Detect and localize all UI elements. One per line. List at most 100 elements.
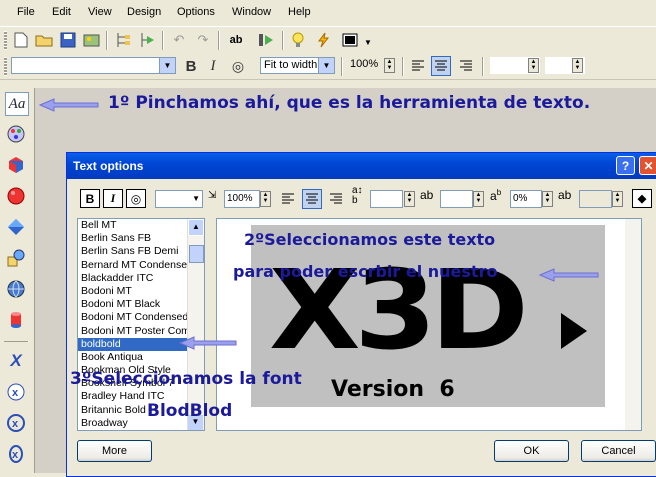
- tool-palette: Aa X x x x: [0, 88, 35, 473]
- chevron-down-icon[interactable]: ▼: [192, 191, 200, 207]
- cancel-button[interactable]: Cancel: [581, 440, 656, 462]
- close-icon[interactable]: ✕: [639, 156, 656, 175]
- fit-select-value: Fit to width: [264, 59, 318, 71]
- scene-tree-icon[interactable]: [113, 30, 133, 50]
- text-tool-icon[interactable]: Aa: [5, 92, 29, 116]
- cylinder-icon[interactable]: [5, 309, 27, 331]
- play-triangle-icon: [561, 313, 587, 349]
- font-list-item[interactable]: Bernard MT Condense: [78, 259, 189, 272]
- menu-options[interactable]: Options: [177, 6, 215, 18]
- italic-button[interactable]: I: [203, 56, 223, 76]
- palette-icon[interactable]: [5, 123, 27, 145]
- more-button[interactable]: More: [77, 440, 152, 462]
- dialog-size-combo[interactable]: ▼: [155, 190, 203, 208]
- x-ring-tool-icon[interactable]: x: [5, 412, 27, 434]
- export-image-icon[interactable]: [82, 30, 102, 50]
- font-list-item[interactable]: Bodoni MT: [78, 285, 189, 298]
- dialog-outline-button[interactable]: ◎: [126, 189, 146, 208]
- cube-icon[interactable]: [5, 154, 27, 176]
- text-preview[interactable]: X3D Version 6: [216, 218, 642, 431]
- window-dropdown-icon[interactable]: ▼: [358, 32, 378, 52]
- step2-annotation-line1: 2ºSeleccionamos este texto: [244, 230, 496, 249]
- play-tree-icon[interactable]: [137, 30, 157, 50]
- dialog-line-spacing-spin[interactable]: ▲ ▼: [404, 191, 415, 207]
- step3-annotation-line2: BlodBlod: [147, 401, 233, 421]
- dialog-percent-spin[interactable]: ▲ ▼: [542, 191, 553, 207]
- chevron-down-icon[interactable]: ▼: [159, 58, 175, 73]
- font-list-item[interactable]: Berlin Sans FB: [78, 232, 189, 245]
- zoom-field[interactable]: 100%: [347, 57, 382, 74]
- x-ellipse-tool-icon[interactable]: x: [5, 443, 27, 465]
- dialog-scale-field[interactable]: 100%: [224, 190, 260, 208]
- dialog-percent-value: 0%: [513, 193, 528, 204]
- dialog-char-spacing-spin[interactable]: ▲ ▼: [473, 191, 484, 207]
- font-list-item[interactable]: boldbold: [78, 337, 189, 351]
- dialog-scale-value: 100%: [227, 193, 253, 204]
- dialog-align-left-icon[interactable]: [278, 189, 298, 209]
- dialog-kerning-spin[interactable]: ▲ ▼: [612, 191, 623, 207]
- menu-edit[interactable]: Edit: [52, 6, 71, 18]
- new-file-icon[interactable]: [11, 30, 31, 50]
- line-spacing-spin[interactable]: ▲ ▼: [528, 58, 539, 73]
- dialog-char-spacing-field[interactable]: [440, 190, 473, 208]
- play-frames-icon[interactable]: [256, 30, 276, 50]
- cone-icon[interactable]: [5, 216, 27, 238]
- step3-arrow: [178, 336, 238, 353]
- save-icon[interactable]: [58, 30, 78, 50]
- dialog-align-center-icon[interactable]: [302, 189, 322, 209]
- step2-annotation-line2: para poder escrbir el nuestro: [233, 262, 498, 281]
- dialog-line-spacing-field[interactable]: [370, 190, 403, 208]
- align-center-icon[interactable]: [431, 56, 451, 76]
- ok-button[interactable]: OK: [494, 440, 569, 462]
- font-family-combo[interactable]: ▼: [11, 57, 176, 74]
- shapes-icon[interactable]: [5, 247, 27, 269]
- diamond-button[interactable]: ◆: [632, 189, 652, 208]
- bold-button[interactable]: B: [181, 56, 201, 76]
- zoom-spin[interactable]: ▲ ▼: [384, 58, 395, 73]
- fit-select[interactable]: Fit to width ▼: [260, 57, 335, 74]
- dialog-scale-spin[interactable]: ▲ ▼: [260, 191, 271, 207]
- toolbar-grip[interactable]: [4, 31, 7, 50]
- redo-icon[interactable]: ↷: [193, 30, 213, 50]
- font-list-item[interactable]: Book Antiqua: [78, 351, 189, 364]
- window-icon[interactable]: [340, 30, 360, 50]
- dialog-italic-button[interactable]: I: [103, 189, 123, 208]
- x-circle-tool-icon[interactable]: x: [5, 381, 27, 403]
- chevron-down-icon[interactable]: ▼: [318, 58, 334, 73]
- dialog-percent-field[interactable]: 0%: [510, 190, 542, 208]
- font-list-item[interactable]: Bodoni MT Condensed: [78, 311, 189, 324]
- menu-design[interactable]: Design: [127, 6, 161, 18]
- align-left-icon[interactable]: [408, 56, 428, 76]
- open-folder-icon[interactable]: [34, 30, 54, 50]
- char-spacing-spin[interactable]: ▲ ▼: [572, 58, 583, 73]
- dialog-align-right-icon[interactable]: [326, 189, 346, 209]
- sphere-icon[interactable]: [5, 185, 27, 207]
- toolbar-grip[interactable]: [4, 57, 7, 76]
- undo-icon[interactable]: ↶: [169, 30, 189, 50]
- text-abc-icon[interactable]: ab: [226, 30, 246, 50]
- lightbulb-icon[interactable]: [288, 30, 308, 50]
- dialog-bold-button[interactable]: B: [80, 189, 100, 208]
- font-list-item[interactable]: Bodoni MT Black: [78, 298, 189, 311]
- lightning-icon[interactable]: [314, 30, 334, 50]
- menu-view[interactable]: View: [88, 6, 112, 18]
- outline-button[interactable]: ◎: [228, 56, 248, 76]
- font-list-item[interactable]: Berlin Sans FB Demi: [78, 245, 189, 258]
- dialog-kerning-field[interactable]: [579, 190, 612, 208]
- globe-icon[interactable]: [5, 278, 27, 300]
- align-right-icon[interactable]: [456, 56, 476, 76]
- line-spacing-icon: a↕ b: [352, 185, 363, 206]
- preview-scrollbar[interactable]: [625, 219, 641, 430]
- scroll-thumb[interactable]: [189, 245, 204, 263]
- font-list[interactable]: Bell MT Berlin Sans FB Berlin Sans FB Demi…: [77, 218, 205, 431]
- scroll-up-icon[interactable]: ▲: [188, 219, 204, 236]
- font-list-scrollbar[interactable]: ▲ ▼: [187, 219, 204, 430]
- menu-help[interactable]: Help: [288, 6, 311, 18]
- menu-file[interactable]: File: [17, 6, 35, 18]
- font-list-item[interactable]: Bodoni MT Poster Com: [78, 325, 189, 338]
- font-list-item[interactable]: Bell MT: [78, 219, 189, 232]
- help-icon[interactable]: ?: [616, 156, 635, 175]
- menu-window[interactable]: Window: [232, 6, 271, 18]
- x-tool-icon[interactable]: X: [5, 350, 27, 372]
- font-list-item[interactable]: Blackadder ITC: [78, 272, 189, 285]
